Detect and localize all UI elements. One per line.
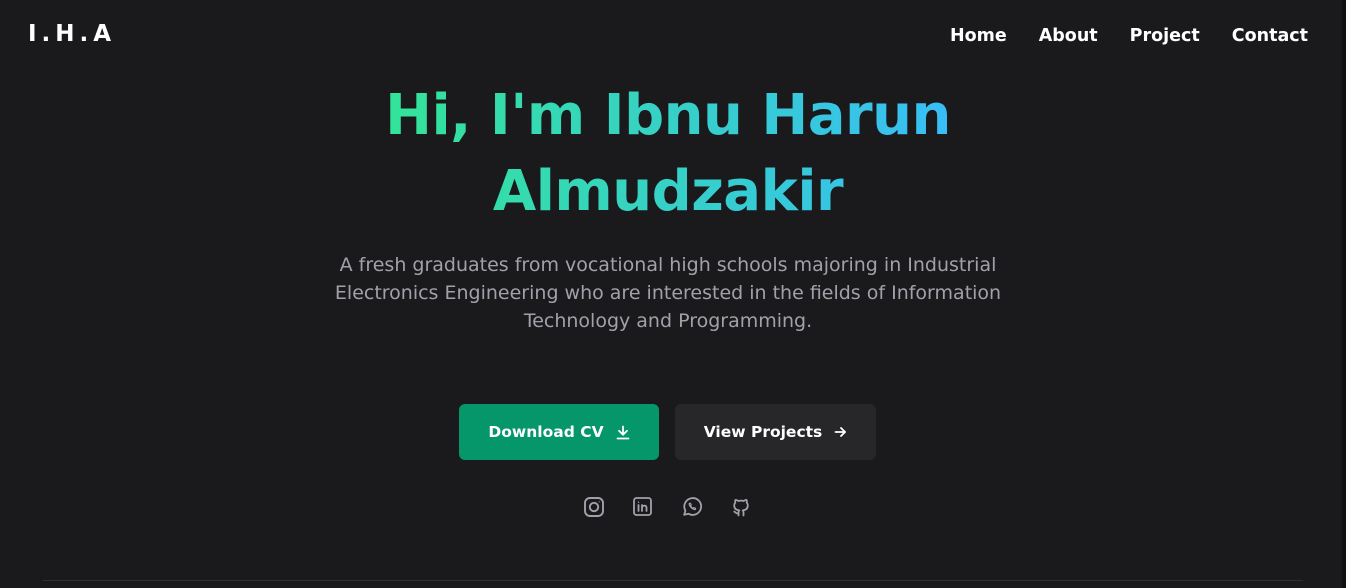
linkedin-icon[interactable] xyxy=(631,495,654,518)
section-divider xyxy=(43,580,1303,581)
view-projects-button[interactable]: View Projects xyxy=(675,404,876,460)
arrow-right-icon xyxy=(834,426,847,438)
instagram-icon[interactable] xyxy=(582,495,605,518)
download-icon xyxy=(616,425,630,440)
social-links xyxy=(582,495,752,518)
scrollbar-track[interactable] xyxy=(1342,0,1346,588)
nav-home[interactable]: Home xyxy=(950,24,1007,48)
github-icon[interactable] xyxy=(729,495,752,518)
download-cv-label: Download CV xyxy=(488,423,604,441)
main-nav: Home About Project Contact xyxy=(950,24,1308,48)
download-cv-button[interactable]: Download CV xyxy=(459,404,659,460)
site-logo[interactable]: I.H.A xyxy=(28,21,116,47)
hero-title-line2: Almudzakir xyxy=(492,159,844,224)
view-projects-label: View Projects xyxy=(703,423,823,441)
hero-title: Hi, I'm Ibnu Harun Almudzakir xyxy=(0,78,1336,230)
whatsapp-icon[interactable] xyxy=(680,495,703,518)
nav-contact[interactable]: Contact xyxy=(1232,24,1308,48)
nav-about[interactable]: About xyxy=(1039,24,1098,48)
hero-title-line1: Hi, I'm Ibnu Harun xyxy=(385,83,951,148)
nav-project[interactable]: Project xyxy=(1130,24,1200,48)
hero-description: A fresh graduates from vocational high s… xyxy=(334,254,1002,332)
portfolio-page: I.H.A Home About Project Contact Hi, I'm… xyxy=(0,0,1346,588)
